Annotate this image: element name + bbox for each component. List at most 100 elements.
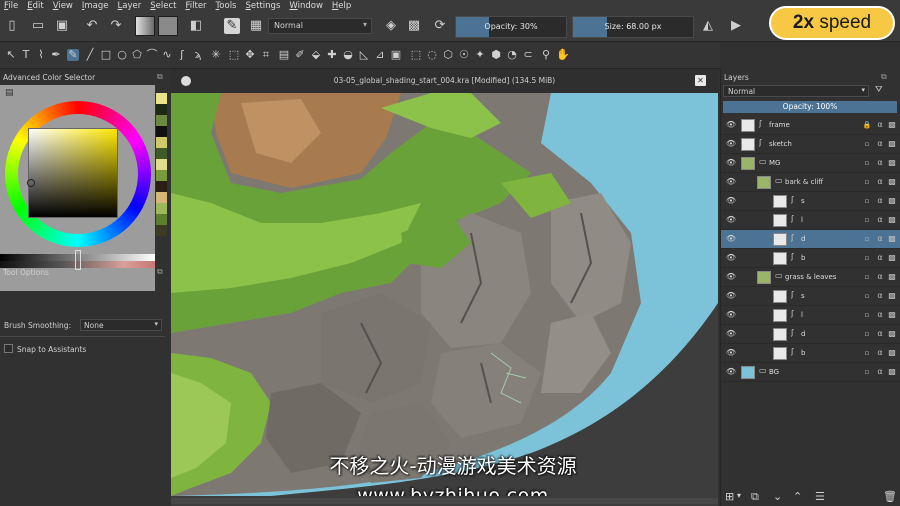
rectangle-tool-icon[interactable]: □ (100, 49, 112, 61)
layer-row[interactable]: 👁 ʃ frame 🔒 α ▩ (721, 116, 900, 135)
similar-color-selection-tool-icon[interactable]: ⬢ (490, 49, 502, 61)
layer-row[interactable]: 👁 ʃ d ▫ α ▩ (721, 230, 900, 249)
color-palette[interactable] (156, 93, 167, 243)
dock-float-icon[interactable]: ⧉ (881, 72, 887, 82)
visibility-eye-icon[interactable]: 👁 (725, 272, 737, 282)
palette-swatch[interactable] (156, 126, 167, 137)
add-layer-icon[interactable]: ⊞ (725, 490, 734, 503)
alpha-lock-icon[interactable]: α (875, 139, 885, 149)
menu-window[interactable]: Window (289, 1, 323, 11)
layer-row[interactable]: 👁 ʃ d ▫ α ▩ (721, 325, 900, 344)
alpha-lock-icon[interactable]: α (875, 177, 885, 187)
layer-row[interactable]: 👁 ▭ bark & cliff ▫ α ▩ (721, 173, 900, 192)
close-icon[interactable]: ✕ (695, 75, 706, 86)
gradient-tool-icon[interactable]: ▤ (278, 49, 290, 61)
horizontal-scrollbar[interactable] (171, 498, 718, 504)
polyline-tool-icon[interactable]: ⌒ (146, 49, 158, 61)
visibility-eye-icon[interactable]: 👁 (725, 367, 737, 377)
unlock-icon[interactable]: ▫ (862, 139, 872, 149)
visibility-eye-icon[interactable]: 👁 (725, 234, 737, 244)
unlock-icon[interactable]: ▫ (862, 291, 872, 301)
save-icon[interactable]: ▣ (54, 18, 70, 34)
selector-settings-icon[interactable]: ▤ (5, 88, 14, 98)
inherit-alpha-icon[interactable]: ▩ (887, 272, 897, 282)
move-tool-icon[interactable]: ✥ (244, 49, 256, 61)
menu-file[interactable]: File (4, 1, 18, 11)
blend-mode-select[interactable]: Normal ▾ (268, 18, 372, 34)
alpha-lock-icon[interactable]: α (875, 253, 885, 263)
layer-blend-mode-select[interactable]: Normal ▾ (723, 85, 869, 97)
palette-swatch[interactable] (156, 225, 167, 236)
palette-swatch[interactable] (156, 137, 167, 148)
palette-swatch[interactable] (156, 203, 167, 214)
move-layer-down-icon[interactable]: ⌄ (773, 490, 782, 503)
layer-opacity-slider[interactable]: Opacity: 100% (723, 101, 897, 113)
inherit-alpha-icon[interactable]: ▩ (887, 196, 897, 206)
bezier-tool-icon[interactable]: ∿ (161, 49, 173, 61)
colorize-mask-tool-icon[interactable]: ⬙ (310, 49, 322, 61)
menu-select[interactable]: Select (150, 1, 176, 11)
alpha-lock-icon[interactable]: α (875, 234, 885, 244)
palette-swatch[interactable] (156, 115, 167, 126)
freehand-selection-tool-icon[interactable]: ☉ (458, 49, 470, 61)
unlock-icon[interactable]: ▫ (862, 177, 872, 187)
visibility-eye-icon[interactable]: 👁 (725, 291, 737, 301)
mirror-vertical-icon[interactable]: ▶ (728, 18, 744, 34)
opacity-slider[interactable]: Opacity: 30% (455, 16, 567, 38)
document-tab[interactable]: 03-05_global_shading_start_004.kra [Modi… (171, 69, 718, 93)
visibility-eye-icon[interactable]: 👁 (725, 348, 737, 358)
crop-tool-icon[interactable]: ⌗ (260, 49, 272, 61)
freehand-brush-tool-icon[interactable]: ✎ (67, 49, 79, 61)
dock-float-icon[interactable]: ⧉ (157, 72, 163, 82)
menu-tools[interactable]: Tools (216, 1, 237, 11)
visibility-eye-icon[interactable]: 👁 (725, 329, 737, 339)
alpha-lock-icon[interactable]: α (875, 196, 885, 206)
unlock-icon[interactable]: ▫ (862, 367, 872, 377)
edit-shapes-tool-icon[interactable]: ⌇ (35, 49, 47, 61)
menu-layer[interactable]: Layer (118, 1, 142, 11)
layer-row[interactable]: 👁 ▭ BG ▫ α ▩ (721, 363, 900, 382)
rectangular-selection-tool-icon[interactable]: ⬚ (410, 49, 422, 61)
dynamic-brush-tool-icon[interactable]: ϡ (192, 49, 204, 61)
redo-icon[interactable]: ↷ (108, 18, 124, 34)
foreground-background-color-icon[interactable]: ◧ (188, 18, 204, 34)
inherit-alpha-icon[interactable]: ▩ (887, 120, 897, 130)
snap-to-assistants-checkbox[interactable] (4, 344, 13, 353)
palette-swatch[interactable] (156, 181, 167, 192)
visibility-eye-icon[interactable]: 👁 (725, 196, 737, 206)
palette-swatch[interactable] (156, 93, 167, 104)
mirror-horizontal-icon[interactable]: ◭ (700, 18, 716, 34)
add-layer-chevron-icon[interactable]: ▾ (737, 491, 741, 500)
shade-slider-handle[interactable] (75, 250, 81, 270)
visibility-eye-icon[interactable]: 👁 (725, 253, 737, 263)
pan-tool-icon[interactable]: ✋ (556, 49, 570, 61)
eraser-mode-icon[interactable]: ◈ (383, 18, 399, 34)
ellipse-tool-icon[interactable]: ○ (116, 49, 128, 61)
painting-canvas[interactable]: 不移之火-动漫游戏美术资源 www.byzhihuo.com (171, 93, 718, 496)
unlock-icon[interactable]: ▫ (862, 158, 872, 168)
alpha-lock-icon[interactable]: α (875, 120, 885, 130)
palette-swatch[interactable] (156, 104, 167, 115)
text-tool-icon[interactable]: T (20, 49, 32, 61)
menu-view[interactable]: View (53, 1, 73, 11)
inherit-alpha-icon[interactable]: ▩ (887, 348, 897, 358)
brush-preset-icon[interactable]: ✎ (224, 18, 240, 34)
unlock-icon[interactable]: ▫ (862, 253, 872, 263)
layer-row[interactable]: 👁 ʃ b ▫ α ▩ (721, 344, 900, 363)
palette-swatch[interactable] (156, 159, 167, 170)
layer-row[interactable]: 👁 ʃ sketch ▫ α ▩ (721, 135, 900, 154)
alpha-lock-icon[interactable]: α (875, 272, 885, 282)
alpha-lock-icon[interactable]: α (875, 329, 885, 339)
filter-icon[interactable]: ⛛ (875, 85, 883, 95)
lock-icon[interactable]: 🔒 (862, 120, 872, 130)
new-document-icon[interactable]: ▯ (4, 18, 20, 34)
layer-row[interactable]: 👁 ʃ s ▫ α ▩ (721, 287, 900, 306)
layer-row[interactable]: 👁 ▭ grass & leaves ▫ α ▩ (721, 268, 900, 287)
alpha-lock-icon[interactable]: α (875, 291, 885, 301)
brush-smoothing-select[interactable]: None ▾ (80, 319, 162, 331)
unlock-icon[interactable]: ▫ (862, 215, 872, 225)
inherit-alpha-icon[interactable]: ▩ (887, 253, 897, 263)
layer-row[interactable]: 👁 ▭ MG ▫ α ▩ (721, 154, 900, 173)
elliptical-selection-tool-icon[interactable]: ◌ (426, 49, 438, 61)
delete-layer-icon[interactable]: 🗑 (883, 490, 897, 503)
